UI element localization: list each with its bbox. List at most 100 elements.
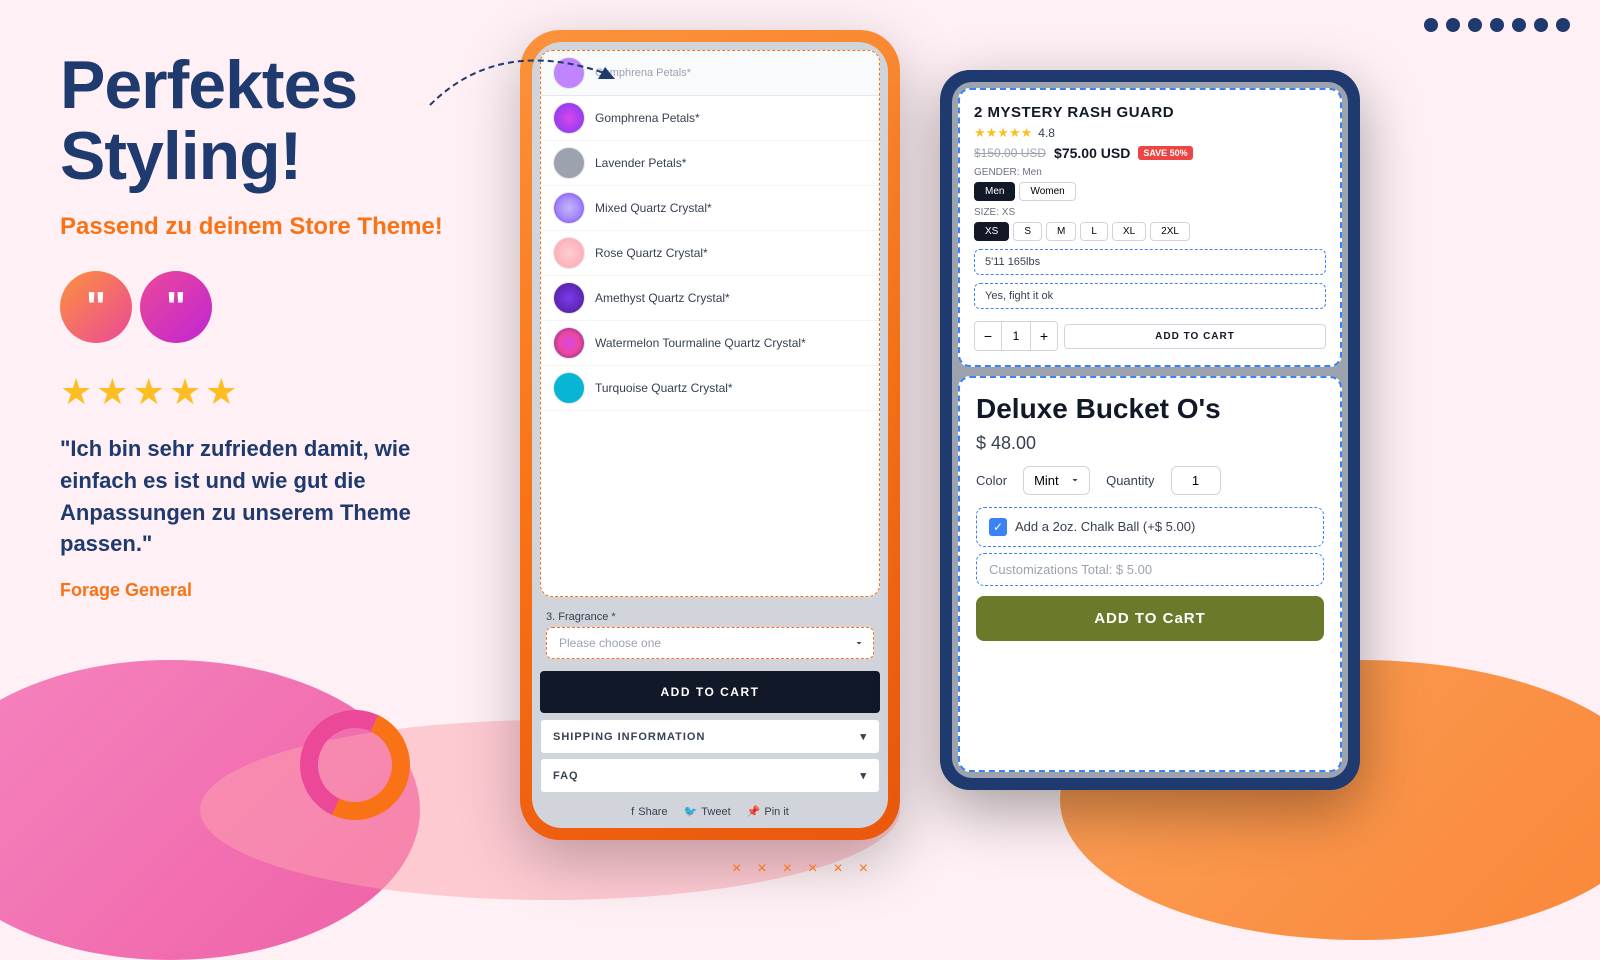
swatch-watermelon <box>553 327 585 359</box>
add-to-cart-button-bucket[interactable]: ADD TO CaRT <box>976 596 1324 641</box>
quote-marks: " " <box>60 271 480 343</box>
rating-number: 4.8 <box>1038 126 1055 140</box>
color-qty-row: Color Mint Blue Pink Quantity <box>976 466 1324 495</box>
product-item-header[interactable]: Gomphrena Petals* <box>541 51 879 96</box>
list-item[interactable]: Turquoise Quartz Crystal* <box>541 366 879 411</box>
quote-mark-left: " <box>60 271 132 343</box>
phone-left: Gomphrena Petals* Gomphrena Petals* Lave… <box>520 30 900 840</box>
list-item[interactable]: Mixed Quartz Crystal* <box>541 186 879 231</box>
phone-right-inner: 2 MYSTERY RASH GUARD ★★★★★ 4.8 $150.00 U… <box>952 82 1348 778</box>
qty-cart-row: − 1 + ADD TO CART <box>974 321 1326 351</box>
chalk-checkbox-row[interactable]: ✓ Add a 2oz. Chalk Ball (+$ 5.00) <box>976 507 1324 547</box>
share-label: Share <box>638 806 667 818</box>
pinterest-icon: 📌 <box>747 805 761 818</box>
qty-decrease-button[interactable]: − <box>975 322 1001 350</box>
bucket-qty-input[interactable] <box>1171 466 1221 495</box>
size-m-button[interactable]: M <box>1046 222 1076 241</box>
pin-label: Pin it <box>764 806 788 818</box>
add-to-cart-button-rash-guard[interactable]: ADD TO CART <box>1064 324 1326 349</box>
gender-buttons: Men Women <box>974 182 1326 201</box>
faq-chevron-icon: ▾ <box>860 769 867 782</box>
product-name-gomphrena: Gomphrena Petals* <box>595 111 700 125</box>
testimonial-stars: ★ ★ ★ ★ ★ <box>60 371 480 413</box>
page-subtitle: Passend zu deinem Store Theme! <box>60 213 480 241</box>
faq-label: FAQ <box>553 770 579 782</box>
save-badge: SAVE 50% <box>1138 146 1192 160</box>
gender-men-button[interactable]: Men <box>974 182 1015 201</box>
x-mark-3: × <box>783 860 792 878</box>
list-item[interactable]: Amethyst Quartz Crystal* <box>541 276 879 321</box>
swatch-turquoise <box>553 372 585 404</box>
size-xs-button[interactable]: XS <box>974 222 1009 241</box>
color-label: Color <box>976 473 1007 488</box>
list-item[interactable]: Bronze Shimmer* <box>541 411 879 416</box>
social-share: f Share 🐦 Tweet 📌 Pin it <box>532 795 888 828</box>
fragrance-select[interactable]: Please choose one <box>546 627 874 659</box>
customizations-total: Customizations Total: $ 5.00 <box>976 553 1324 586</box>
card-bucket: Deluxe Bucket O's $ 48.00 Color Mint Blu… <box>958 376 1342 772</box>
phone-right: 2 MYSTERY RASH GUARD ★★★★★ 4.8 $150.00 U… <box>940 70 1360 790</box>
size-label: SIZE: XS <box>974 207 1326 218</box>
phone-left-inner: Gomphrena Petals* Gomphrena Petals* Lave… <box>532 42 888 828</box>
qty-stepper[interactable]: − 1 + <box>974 321 1058 351</box>
qty-value: 1 <box>1001 322 1031 350</box>
twitter-icon: 🐦 <box>684 805 698 818</box>
gender-women-button[interactable]: Women <box>1019 182 1075 201</box>
size-2xl-button[interactable]: 2XL <box>1150 222 1190 241</box>
swatch-lavender <box>553 147 585 179</box>
facebook-icon: f <box>631 806 634 818</box>
qty-label: Quantity <box>1106 473 1154 488</box>
qty-increase-button[interactable]: + <box>1031 322 1057 350</box>
swatch-header <box>553 57 585 89</box>
swatch-mixed <box>553 192 585 224</box>
page-title: Perfektes Styling! <box>60 50 480 193</box>
height-weight-input[interactable] <box>974 249 1326 275</box>
testimonial-text: "Ich bin sehr zufrieden damit, wie einfa… <box>60 433 420 561</box>
product-name-turquoise: Turquoise Quartz Crystal* <box>595 381 733 395</box>
product-list-scroll[interactable]: Gomphrena Petals* Lavender Petals* Mixed… <box>541 96 879 416</box>
bucket-title: Deluxe Bucket O's <box>976 394 1324 425</box>
shipping-info-button[interactable]: SHIPPING INFORMATION ▾ <box>540 719 880 754</box>
product-list-container: Gomphrena Petals* Gomphrena Petals* Lave… <box>540 50 880 597</box>
list-item[interactable]: Gomphrena Petals* <box>541 96 879 141</box>
swatch-amethyst <box>553 282 585 314</box>
star-4: ★ <box>169 371 201 413</box>
main-layout: Perfektes Styling! Passend zu deinem Sto… <box>0 0 1600 900</box>
bucket-price: $ 48.00 <box>976 433 1324 454</box>
x-mark-6: × <box>859 860 868 878</box>
fragrance-section: 3. Fragrance * Please choose one <box>540 605 880 665</box>
chalk-label: Add a 2oz. Chalk Ball (+$ 5.00) <box>1015 519 1195 534</box>
chalk-checkbox[interactable]: ✓ <box>989 518 1007 536</box>
share-twitter-link[interactable]: 🐦 Tweet <box>684 805 731 818</box>
share-facebook-link[interactable]: f Share <box>631 805 667 818</box>
price-sale: $75.00 USD <box>1054 145 1130 161</box>
color-select[interactable]: Mint Blue Pink <box>1023 466 1090 495</box>
add-to-cart-button-left[interactable]: ADD TO CART <box>540 671 880 713</box>
athletic-fit-input[interactable] <box>974 283 1326 309</box>
product-name-rose-quartz: Rose Quartz Crystal* <box>595 246 708 260</box>
list-item[interactable]: Rose Quartz Crystal* <box>541 231 879 276</box>
tweet-label: Tweet <box>701 806 730 818</box>
rash-guard-title: 2 MYSTERY RASH GUARD <box>974 104 1326 121</box>
product-name-amethyst: Amethyst Quartz Crystal* <box>595 291 730 305</box>
product-name-lavender: Lavender Petals* <box>595 156 686 170</box>
fragrance-label: 3. Fragrance * <box>546 611 874 623</box>
x-mark-5: × <box>833 860 842 878</box>
share-pinterest-link[interactable]: 📌 Pin it <box>747 805 789 818</box>
size-xl-button[interactable]: XL <box>1112 222 1146 241</box>
x-mark-1: × <box>732 860 741 878</box>
swatch-rose-quartz <box>553 237 585 269</box>
card-rash-guard: 2 MYSTERY RASH GUARD ★★★★★ 4.8 $150.00 U… <box>958 88 1342 367</box>
size-l-button[interactable]: L <box>1080 222 1108 241</box>
star-2: ★ <box>96 371 128 413</box>
list-item[interactable]: Lavender Petals* <box>541 141 879 186</box>
list-item[interactable]: Watermelon Tourmaline Quartz Crystal* <box>541 321 879 366</box>
price-row: $150.00 USD $75.00 USD SAVE 50% <box>974 145 1326 161</box>
star-1: ★ <box>60 371 92 413</box>
x-mark-2: × <box>757 860 766 878</box>
x-mark-4: × <box>808 860 817 878</box>
shipping-chevron-icon: ▾ <box>860 730 867 743</box>
faq-button[interactable]: FAQ ▾ <box>540 758 880 793</box>
star-3: ★ <box>133 371 165 413</box>
size-s-button[interactable]: S <box>1013 222 1042 241</box>
